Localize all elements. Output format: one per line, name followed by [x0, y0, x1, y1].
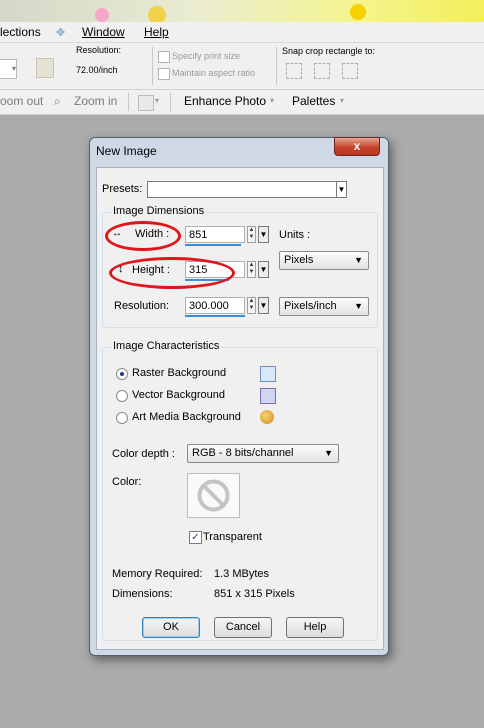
zoom-in-button[interactable]: Zoom in	[74, 94, 117, 108]
chevron-down-icon: ▾	[340, 96, 345, 105]
chevron-down-icon: ▼	[354, 255, 363, 265]
enhance-photo-menu[interactable]: Enhance Photo	[184, 94, 266, 108]
art-media-background-radio[interactable]	[116, 412, 128, 424]
width-slider-bar	[185, 244, 241, 246]
presets-label: Presets:	[102, 183, 143, 195]
ok-button[interactable]: OK	[142, 617, 200, 638]
maintain-aspect-checkbox[interactable]	[158, 68, 170, 80]
resolution-label: Resolution:	[76, 45, 122, 55]
palette-icon	[260, 410, 274, 424]
art-media-background-label: Art Media Background	[132, 411, 241, 423]
preset-dropdown[interactable]: ▾	[0, 59, 17, 79]
resolution-label: Resolution:	[114, 300, 170, 312]
transparent-label: Transparent	[203, 531, 262, 543]
no-color-icon	[197, 479, 230, 512]
transparent-checkbox[interactable]: ✓	[189, 531, 202, 544]
decor-blob	[95, 8, 109, 22]
width-dropdown-arrow[interactable]: ▼	[258, 226, 269, 243]
specify-print-size-label: Specify print size	[172, 51, 241, 61]
raster-background-radio[interactable]	[116, 368, 128, 380]
main-toolbar: oom out ⌕ Zoom in ▾ Enhance Photo ▾ Pale…	[0, 90, 484, 115]
raster-background-icon	[260, 366, 276, 382]
memory-required-label: Memory Required:	[112, 568, 203, 580]
snap-crop-icon-2[interactable]	[314, 63, 330, 79]
color-label: Color:	[112, 476, 142, 488]
crop-preset-icon[interactable]	[36, 58, 54, 78]
vector-background-icon	[260, 388, 276, 404]
app-title-strip	[0, 0, 484, 24]
color-swatch[interactable]	[187, 473, 240, 518]
dimensions-value: 851 x 315 Pixels	[214, 588, 295, 600]
resolution-unit-select[interactable]: Pixels/inch ▼	[279, 297, 369, 316]
height-spinner[interactable]: ▲ ▼	[247, 261, 256, 278]
units-value: Pixels	[284, 254, 314, 266]
chevron-down-icon: ▼	[354, 301, 363, 311]
chevron-down-icon: ▾	[270, 96, 275, 105]
chevron-down-icon: ▼	[324, 448, 333, 458]
move-icon: ✥	[56, 27, 66, 39]
menu-help[interactable]: Help	[144, 25, 169, 39]
height-dropdown-arrow[interactable]: ▼	[258, 261, 269, 278]
annotation-ring-height	[109, 257, 235, 289]
resolution-unit-value: Pixels/inch	[284, 300, 337, 312]
color-depth-select[interactable]: RGB - 8 bits/channel ▼	[187, 444, 339, 463]
palettes-menu[interactable]: Palettes	[292, 94, 335, 108]
units-label: Units :	[279, 229, 311, 241]
presets-dropdown-arrow[interactable]: ▼	[336, 181, 347, 198]
image-characteristics-heading: Image Characteristics	[111, 340, 222, 352]
snap-crop-icon-3[interactable]	[342, 63, 358, 79]
snap-crop-label: Snap crop rectangle to:	[282, 46, 376, 56]
resolution-value: 72.00/inch	[76, 65, 118, 75]
new-image-dialog: New Image x Presets: ▼ Image Dimensions …	[89, 137, 389, 656]
color-depth-label: Color depth :	[112, 448, 175, 460]
maintain-aspect-label: Maintain aspect ratio	[172, 68, 256, 78]
copy-icon[interactable]	[138, 95, 154, 111]
snap-crop-icon-1[interactable]	[286, 63, 302, 79]
units-select[interactable]: Pixels ▼	[279, 251, 369, 270]
menu-selections[interactable]: lections	[0, 25, 41, 39]
resolution-dropdown-arrow[interactable]: ▼	[258, 297, 269, 314]
dialog-title: New Image	[96, 144, 157, 158]
vector-background-radio[interactable]	[116, 390, 128, 402]
chevron-down-icon[interactable]: ▾	[155, 96, 159, 105]
tool-options-bar: ▾ Resolution: 72.00/inch Specify print s…	[0, 43, 484, 90]
color-depth-value: RGB - 8 bits/channel	[192, 447, 294, 459]
close-button[interactable]: x	[334, 137, 380, 156]
resolution-spinner[interactable]: ▲ ▼	[247, 297, 256, 314]
raster-background-label: Raster Background	[132, 367, 227, 379]
cancel-button[interactable]: Cancel	[214, 617, 272, 638]
specify-print-size-checkbox[interactable]	[158, 51, 170, 63]
width-input[interactable]: 851	[185, 226, 245, 243]
presets-select[interactable]	[147, 181, 337, 198]
vector-background-label: Vector Background	[132, 389, 225, 401]
image-dimensions-heading: Image Dimensions	[111, 205, 207, 217]
menu-window[interactable]: Window	[82, 25, 125, 39]
zoom-out-button[interactable]: oom out	[0, 94, 43, 108]
width-spinner[interactable]: ▲ ▼	[247, 226, 256, 243]
help-button[interactable]: Help	[286, 617, 344, 638]
annotation-ring-width	[105, 221, 181, 251]
zoom-in-icon: ⌕	[54, 94, 61, 108]
decor-blob	[350, 4, 366, 20]
menu-bar: lections ✥ Window Help	[0, 22, 484, 43]
resolution-input[interactable]: 300.000	[185, 297, 245, 314]
memory-required-value: 1.3 MBytes	[214, 568, 270, 580]
dialog-client: Presets: ▼ Image Dimensions ↔ Width : 85…	[96, 167, 384, 650]
resolution-slider-bar	[185, 315, 245, 317]
dimensions-label: Dimensions:	[112, 588, 173, 600]
